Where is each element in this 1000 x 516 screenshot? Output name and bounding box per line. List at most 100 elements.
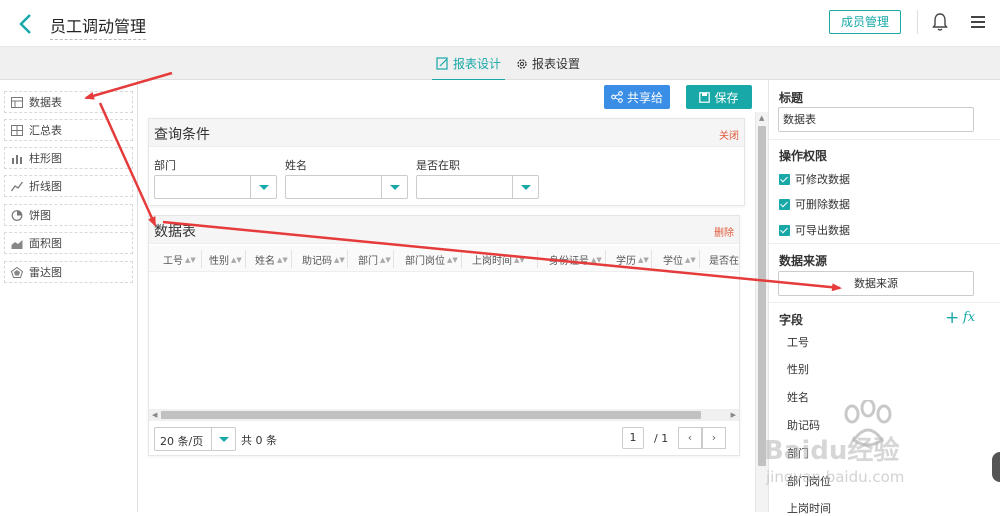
tab-bar: 报表设计 报表设置 bbox=[0, 47, 1000, 81]
column-header[interactable]: 性别 ▲▼ bbox=[209, 252, 242, 268]
column-header[interactable]: 学历 ▲▼ bbox=[616, 252, 649, 268]
column-header[interactable]: 是否在 bbox=[709, 252, 739, 267]
column-header[interactable]: 上岗时间 ▲▼ bbox=[472, 252, 525, 268]
permission-edit-checkbox[interactable]: 可修改数据 bbox=[779, 171, 850, 187]
palette-item-pie-chart[interactable]: 饼图 bbox=[4, 204, 133, 226]
sort-icon: ▲▼ bbox=[514, 255, 525, 264]
column-header-label: 部门岗位 bbox=[405, 256, 445, 267]
sort-icon: ▲▼ bbox=[447, 255, 458, 264]
divider bbox=[769, 302, 1000, 303]
page-title: 员工调动管理 bbox=[50, 13, 147, 40]
permission-export-checkbox[interactable]: 可导出数据 bbox=[779, 222, 850, 238]
column-divider bbox=[605, 250, 606, 268]
scroll-up-icon[interactable]: ▲ bbox=[759, 114, 764, 122]
share-icon bbox=[611, 91, 623, 103]
menu-icon[interactable] bbox=[970, 15, 986, 29]
checkbox-checked-icon bbox=[779, 224, 790, 236]
field-item[interactable]: 部门 bbox=[787, 445, 809, 461]
scrollbar-thumb[interactable] bbox=[161, 411, 701, 419]
prev-page-button[interactable]: ‹ bbox=[678, 427, 702, 449]
palette-item-summary-table[interactable]: 汇总表 bbox=[4, 119, 133, 141]
chevron-down-icon bbox=[381, 176, 407, 198]
palette-item-table[interactable]: 数据表 bbox=[4, 91, 133, 113]
data-delete-link[interactable]: 删除 bbox=[714, 224, 734, 239]
add-field-icon[interactable]: + bbox=[945, 308, 959, 328]
horizontal-scrollbar[interactable]: ◀ ▶ bbox=[149, 409, 739, 421]
share-button[interactable]: 共享给 bbox=[604, 85, 670, 109]
data-table-panel[interactable]: 数据表 删除 工号 ▲▼ 性别 ▲▼ 姓名 ▲▼ 助记码 ▲▼ 部门 ▲▼ 部门岗位 ▲▼ … bbox=[148, 215, 740, 456]
column-divider bbox=[537, 250, 538, 268]
vertical-scrollbar[interactable]: ▲ bbox=[755, 112, 768, 512]
top-bar: 员工调动管理 成员管理 bbox=[0, 0, 1000, 47]
field-item[interactable]: 工号 bbox=[787, 334, 809, 350]
edit-icon bbox=[436, 57, 448, 70]
column-divider bbox=[347, 250, 348, 268]
field-item[interactable]: 部门岗位 bbox=[787, 473, 831, 489]
permission-delete-checkbox[interactable]: 可删除数据 bbox=[779, 196, 850, 212]
sort-icon: ▲▼ bbox=[380, 255, 391, 264]
palette-item-line-chart[interactable]: 折线图 bbox=[4, 175, 133, 197]
palette-item-label: 汇总表 bbox=[29, 124, 62, 137]
next-page-button[interactable]: › bbox=[702, 427, 726, 449]
field-item[interactable]: 姓名 bbox=[787, 389, 809, 405]
save-button[interactable]: 保存 bbox=[686, 85, 752, 109]
scroll-left-icon[interactable]: ◀ bbox=[152, 411, 157, 419]
palette-item-bar-chart[interactable]: 柱形图 bbox=[4, 147, 133, 169]
formula-icon[interactable]: fx bbox=[963, 310, 975, 325]
employed-select[interactable] bbox=[416, 175, 539, 199]
page-number-input[interactable]: 1 bbox=[622, 427, 644, 449]
column-divider bbox=[245, 250, 246, 268]
column-header[interactable]: 学位 ▲▼ bbox=[663, 252, 696, 268]
side-toggle-button[interactable] bbox=[992, 452, 1000, 482]
sort-icon: ▲▼ bbox=[185, 255, 196, 264]
title-input[interactable]: 数据表 bbox=[778, 107, 974, 132]
query-label-department: 部门 bbox=[154, 159, 176, 172]
sort-icon: ▲▼ bbox=[231, 255, 242, 264]
palette-item-area-chart[interactable]: 面积图 bbox=[4, 232, 133, 254]
name-select[interactable] bbox=[285, 175, 408, 199]
palette-item-label: 折线图 bbox=[29, 180, 62, 193]
data-panel-title: 数据表 bbox=[154, 224, 196, 240]
column-header[interactable]: 助记码 ▲▼ bbox=[302, 252, 345, 268]
page-size-select[interactable]: 20 条/页 bbox=[154, 427, 236, 451]
scroll-right-icon[interactable]: ▶ bbox=[731, 411, 736, 419]
palette-item-label: 饼图 bbox=[29, 209, 51, 222]
tab-report-settings[interactable]: 报表设置 bbox=[516, 55, 580, 72]
line-chart-icon bbox=[11, 181, 23, 191]
field-item[interactable]: 助记码 bbox=[787, 417, 820, 433]
palette-item-radar-chart[interactable]: 雷达图 bbox=[4, 261, 133, 283]
fields-label: 字段 bbox=[779, 313, 804, 327]
column-header[interactable]: 身份证号 ▲▼ bbox=[549, 252, 602, 268]
column-divider bbox=[651, 250, 652, 268]
column-header-label: 学位 bbox=[663, 256, 683, 267]
department-select[interactable] bbox=[154, 175, 277, 199]
query-panel-header: 查询条件 关闭 bbox=[149, 119, 744, 147]
field-item[interactable]: 上岗时间 bbox=[787, 500, 831, 516]
chevron-down-icon bbox=[250, 176, 276, 198]
column-header[interactable]: 工号 ▲▼ bbox=[163, 252, 196, 268]
bell-icon[interactable] bbox=[932, 12, 948, 32]
back-arrow-icon[interactable] bbox=[16, 12, 36, 36]
datasource-button[interactable]: 数据来源 bbox=[778, 271, 974, 296]
member-management-button[interactable]: 成员管理 bbox=[829, 10, 901, 34]
pie-chart-icon bbox=[11, 209, 23, 221]
tab-report-design[interactable]: 报表设计 bbox=[431, 55, 506, 81]
bar-chart-icon bbox=[12, 154, 22, 164]
tab-label: 报表设计 bbox=[453, 57, 502, 71]
column-header[interactable]: 部门岗位 ▲▼ bbox=[405, 252, 458, 268]
column-header-label: 学历 bbox=[616, 256, 636, 267]
field-item[interactable]: 性别 bbox=[787, 361, 809, 377]
column-header[interactable]: 姓名 ▲▼ bbox=[255, 252, 288, 268]
query-close-link[interactable]: 关闭 bbox=[719, 127, 739, 142]
share-label: 共享给 bbox=[626, 90, 663, 105]
query-label-name: 姓名 bbox=[285, 159, 307, 172]
palette-item-label: 雷达图 bbox=[29, 266, 62, 279]
query-conditions-panel[interactable]: 查询条件 关闭 部门 姓名 是否在职 bbox=[148, 118, 745, 206]
table-header: 工号 ▲▼ 性别 ▲▼ 姓名 ▲▼ 助记码 ▲▼ 部门 ▲▼ 部门岗位 ▲▼ 上岗时间 ▲▼ … bbox=[149, 246, 739, 272]
page-count: / 1 bbox=[654, 432, 669, 445]
column-header[interactable]: 部门 ▲▼ bbox=[358, 252, 391, 268]
column-header-label: 工号 bbox=[163, 256, 183, 267]
query-panel-title: 查询条件 bbox=[154, 127, 210, 143]
scrollbar-thumb[interactable] bbox=[758, 126, 766, 466]
sort-icon: ▲▼ bbox=[591, 255, 602, 264]
